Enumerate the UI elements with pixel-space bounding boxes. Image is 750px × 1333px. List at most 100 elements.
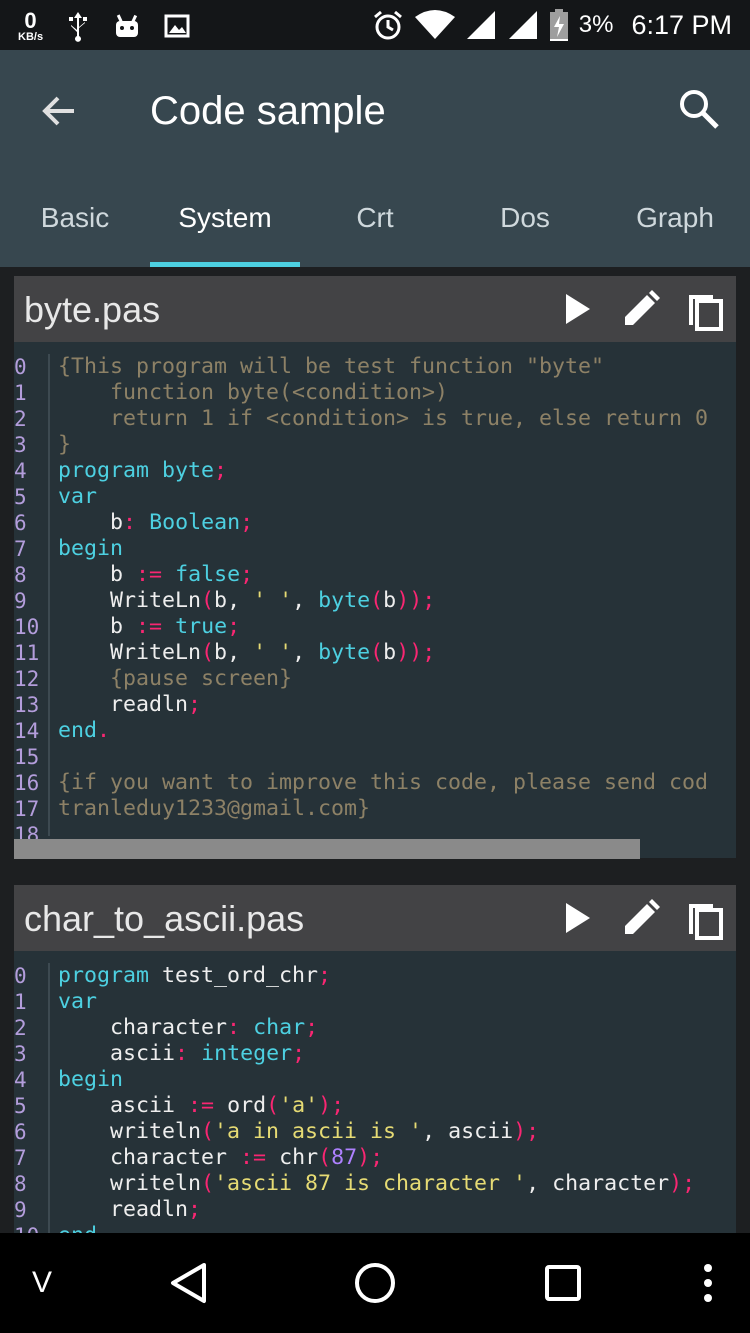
code-line: character := chr(87); (58, 1145, 695, 1171)
code-punctuation: ; (240, 562, 254, 587)
code-line: b: Boolean; (58, 510, 708, 536)
code-punctuation: ( (201, 1119, 215, 1144)
code-punctuation: ; (227, 614, 241, 639)
code-string: 'a' (279, 1093, 319, 1118)
more-button[interactable] (692, 1233, 724, 1333)
code-view[interactable]: 0 1 2 3 4 5 6 7 8 9 10 11 12 13 14 15 16 17 18 {This progr… (14, 342, 736, 850)
code-punctuation: , (292, 588, 306, 613)
code-punctuation: : (175, 1041, 189, 1066)
network-speed-unit: KB/s (18, 30, 44, 43)
alarm-icon (373, 10, 402, 40)
code-identifier: test_ord_chr (162, 963, 319, 988)
code-keyword: char (253, 1015, 306, 1040)
tab-crt[interactable]: Crt (300, 190, 450, 267)
status-left: 0 KB/s (18, 6, 191, 46)
code-comment: {This program will be test function "byt… (58, 354, 605, 379)
back-triangle-icon (171, 1263, 206, 1303)
network-speed-value: 0 (24, 7, 37, 33)
code-line: ascii := ord('a'); (58, 1093, 695, 1119)
code-punctuation: ) (409, 588, 423, 613)
code-string: 'a in ascii is ' (214, 1119, 423, 1144)
tab-dos[interactable]: Dos (450, 190, 600, 267)
code-keyword: false (175, 562, 241, 587)
code-punctuation: ) (409, 640, 423, 665)
code-identifier: WriteLn (110, 640, 202, 665)
file-name: byte.pas (24, 289, 161, 330)
nav-collapse-button[interactable]: V (20, 1233, 64, 1333)
code-view[interactable]: 012345678910 program test_ord_chr;var ch… (14, 951, 736, 1233)
tab-label: Crt (356, 202, 394, 233)
code-line: WriteLn(b, ' ', byte(b)); (58, 588, 708, 614)
search-icon[interactable] (676, 86, 722, 132)
copy-button[interactable] (684, 288, 726, 331)
code-line: return 1 if <condition> is true, else re… (58, 406, 708, 432)
code-comment: tranleduy1233@gmail.com} (58, 796, 371, 821)
code-identifier: ascii (110, 1093, 176, 1118)
recents-button[interactable] (534, 1233, 592, 1333)
line-number: 7 (14, 537, 27, 561)
back-button[interactable] (160, 1233, 216, 1333)
code-punctuation: ( (370, 640, 384, 665)
code-keyword: byte (162, 458, 215, 483)
code-punctuation: := (240, 1145, 267, 1170)
code-identifier: writeln (110, 1119, 202, 1144)
tab-label: System (178, 202, 272, 233)
horizontal-scrollbar[interactable] (14, 839, 640, 859)
play-icon (566, 903, 590, 933)
code-punctuation: ) (396, 588, 410, 613)
code-identifier: b (110, 614, 124, 639)
tab-system[interactable]: System (150, 190, 300, 267)
recents-square-icon (545, 1265, 581, 1301)
code-identifier: b (214, 588, 228, 613)
edit-button[interactable] (620, 897, 662, 939)
code-identifier: b (110, 562, 124, 587)
code-punctuation: ( (266, 1093, 280, 1118)
run-button[interactable] (556, 288, 598, 330)
tab-basic[interactable]: Basic (0, 190, 150, 267)
code-identifier: b (383, 588, 397, 613)
code-punctuation: ; (422, 640, 436, 665)
line-number: 4 (14, 1068, 27, 1092)
code-punctuation: ( (201, 640, 215, 665)
home-circle-icon (355, 1263, 395, 1303)
code-lines: {This program will be test function "byt… (58, 354, 708, 848)
arrow-back-icon[interactable] (36, 88, 82, 134)
code-identifier: b (383, 640, 397, 665)
code-line: var (58, 484, 708, 510)
code-punctuation: ( (318, 1145, 332, 1170)
tab-label: Basic (40, 202, 110, 233)
code-keyword: begin (58, 536, 124, 561)
code-string: ' ' (253, 640, 293, 665)
play-icon (566, 294, 590, 324)
edit-button[interactable] (620, 288, 662, 330)
tab-graph[interactable]: Graph (600, 190, 750, 267)
tab-label: Dos (500, 202, 550, 233)
home-button[interactable] (346, 1233, 404, 1333)
card-actions (556, 276, 726, 342)
file-name: char_to_ascii.pas (24, 898, 305, 939)
app-bar: Code sample Basic System Crt Dos Graph (0, 50, 750, 267)
copy-button[interactable] (684, 897, 726, 940)
run-button[interactable] (556, 897, 598, 939)
code-punctuation: ( (370, 588, 384, 613)
code-line: ascii: integer; (58, 1041, 695, 1067)
code-keyword: program (58, 963, 150, 988)
code-punctuation: ; (318, 963, 332, 988)
code-keyword: begin (58, 1067, 124, 1092)
code-line: var (58, 989, 695, 1015)
code-line: {if you want to improve this code, pleas… (58, 770, 708, 796)
line-number: 2 (14, 1016, 27, 1040)
